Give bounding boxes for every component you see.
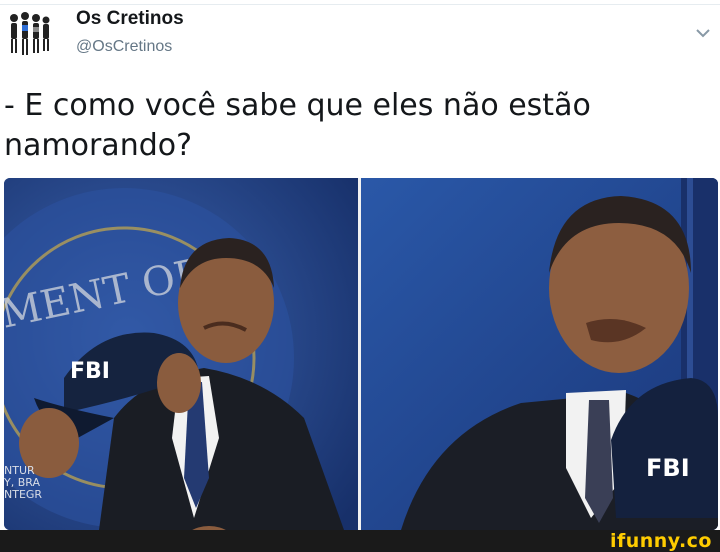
- divider: [0, 4, 720, 5]
- tweet-text: - E como você sabe que eles não estão na…: [4, 88, 591, 163]
- tweet-card: Os Cretinos @OsCretinos - E como você sa…: [0, 0, 720, 530]
- watermark-bar: ifunny.co: [0, 530, 720, 552]
- cap-text-left: FBI: [70, 359, 110, 384]
- ifunny-watermark: ifunny.co: [609, 530, 712, 552]
- cap-text-right: FBI: [646, 454, 690, 482]
- chevron-down-icon[interactable]: [694, 26, 712, 40]
- side-text-3: NTEGR: [4, 488, 42, 501]
- author-name[interactable]: Os Cretinos: [76, 8, 184, 30]
- photo-left: MENT OF FBI NTUR Y, BRA NTEGR: [4, 178, 358, 530]
- tweet-media[interactable]: MENT OF FBI NTUR Y, BRA NTEGR FBI: [4, 178, 718, 530]
- photo-right: FBI: [361, 178, 718, 530]
- avatar[interactable]: [6, 8, 52, 64]
- author-handle[interactable]: @OsCretinos: [76, 38, 172, 56]
